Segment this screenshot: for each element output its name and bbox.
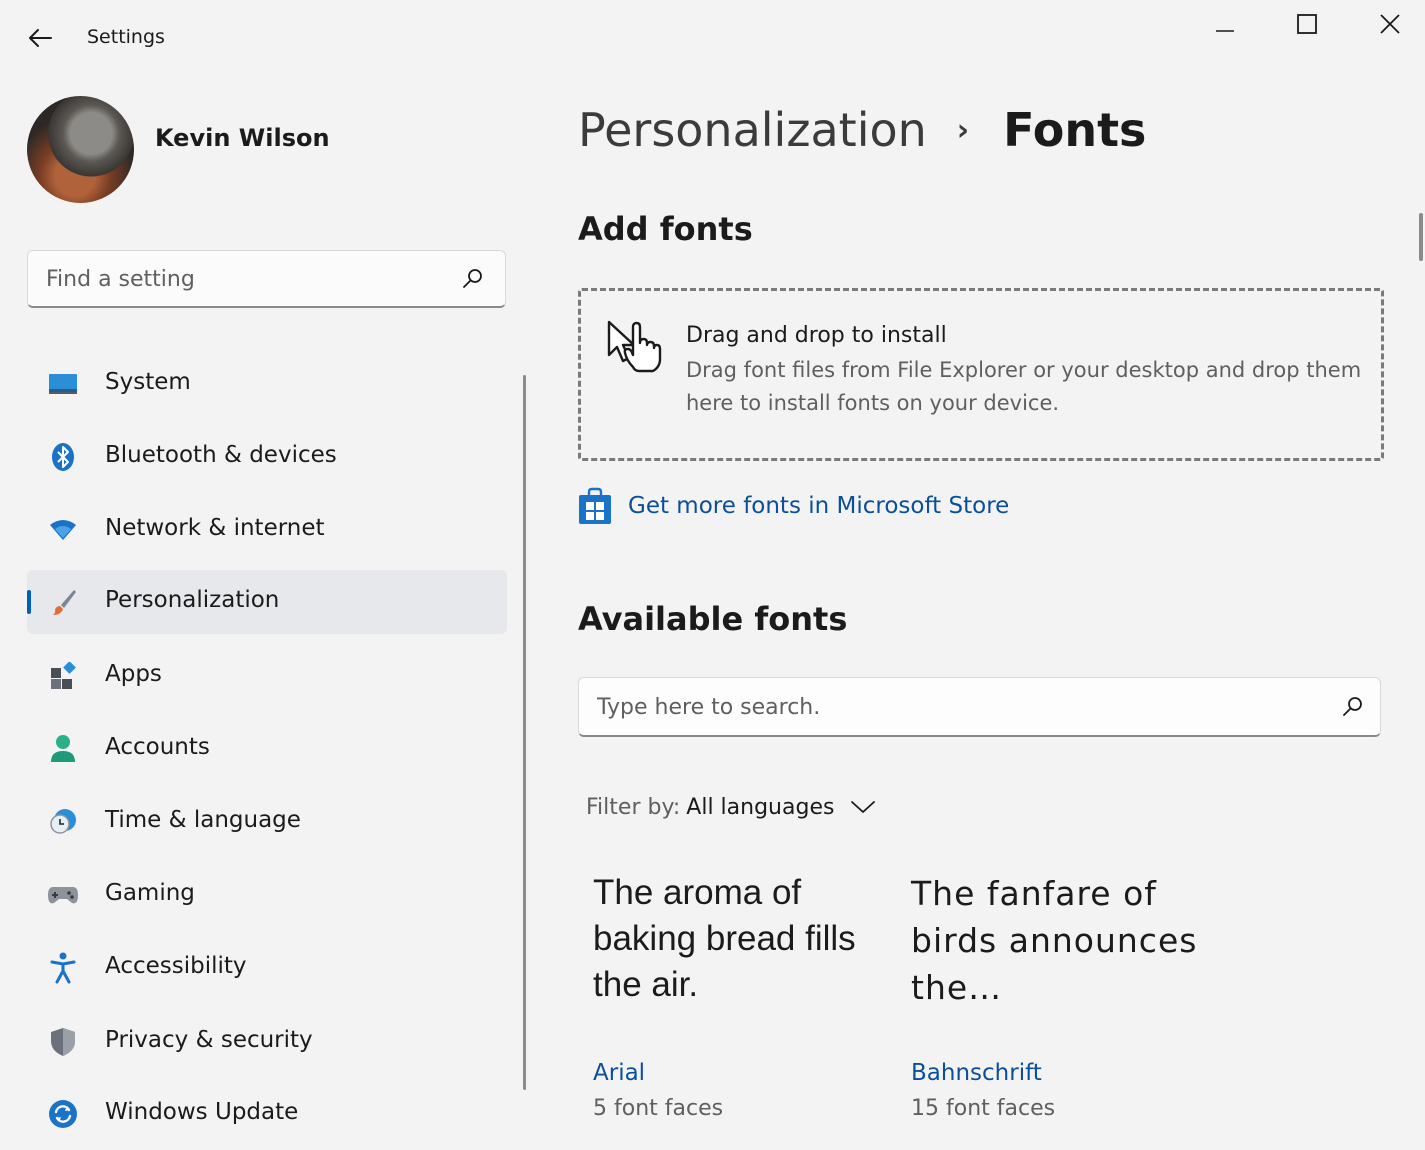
person-icon: [47, 733, 79, 765]
available-fonts-heading: Available fonts: [578, 600, 848, 638]
minimize-icon: [1216, 30, 1234, 32]
sidebar-scrollbar[interactable]: [523, 375, 526, 1090]
filter-label: Filter by:: [586, 794, 681, 820]
settings-window: Settings Kevin Wilson System: [0, 0, 1425, 1150]
user-name: Kevin Wilson: [155, 124, 330, 152]
sidebar-item-time-language[interactable]: Time & language: [27, 790, 507, 854]
font-name[interactable]: Bahnschrift: [911, 1060, 1042, 1086]
sidebar-item-personalization[interactable]: Personalization: [27, 570, 507, 634]
sidebar-item-label: Network & internet: [105, 515, 325, 541]
drop-zone-description: Drag font files from File Explorer or yo…: [686, 358, 1362, 415]
sidebar-item-bluetooth[interactable]: Bluetooth & devices: [27, 425, 507, 489]
font-preview: The aroma of baking bread fills the air.: [593, 873, 856, 1004]
bluetooth-icon: [47, 441, 79, 473]
apps-icon: [47, 660, 79, 692]
sidebar-item-label: System: [105, 369, 191, 395]
shield-icon: [47, 1026, 79, 1058]
search-icon[interactable]: [461, 267, 485, 291]
breadcrumb-parent[interactable]: Personalization: [578, 103, 927, 157]
filter-value[interactable]: All languages: [686, 795, 834, 820]
sidebar-item-label: Accounts: [105, 734, 210, 760]
close-button[interactable]: [1360, 4, 1420, 44]
font-preview: The fanfare of birds announces the…: [911, 874, 1198, 1007]
sidebar-item-label: Windows Update: [105, 1099, 299, 1125]
paintbrush-icon: [47, 586, 79, 618]
font-search-input[interactable]: [597, 691, 1297, 723]
search-icon[interactable]: [1341, 695, 1365, 719]
sidebar-item-windows-update[interactable]: Windows Update: [27, 1082, 507, 1146]
wifi-icon: [47, 514, 79, 546]
language-filter[interactable]: Filter by: All languages: [586, 790, 876, 824]
system-icon: [47, 368, 79, 400]
sidebar-item-label: Time & language: [105, 807, 301, 833]
avatar[interactable]: [27, 96, 134, 203]
sidebar-item-label: Gaming: [105, 880, 195, 906]
breadcrumb: Personalization › Fonts: [578, 100, 1146, 160]
accessibility-icon: [47, 952, 79, 984]
font-face-count: 15 font faces: [911, 1096, 1056, 1121]
app-title: Settings: [87, 26, 165, 48]
maximize-icon: [1297, 14, 1317, 34]
chevron-down-icon[interactable]: [850, 799, 876, 815]
settings-search-input[interactable]: [46, 263, 446, 295]
close-icon: [1380, 14, 1400, 34]
active-indicator: [27, 590, 31, 614]
sidebar-item-network[interactable]: Network & internet: [27, 498, 507, 562]
settings-search-box[interactable]: [27, 250, 506, 308]
sidebar-item-accounts[interactable]: Accounts: [27, 717, 507, 781]
sidebar-item-label: Bluetooth & devices: [105, 442, 337, 468]
main-scrollbar[interactable]: [1419, 213, 1423, 261]
sidebar-item-label: Privacy & security: [105, 1027, 313, 1053]
microsoft-store-link[interactable]: Get more fonts in Microsoft Store: [578, 486, 1009, 526]
drop-zone-title: Drag and drop to install: [686, 323, 947, 348]
sidebar-item-system[interactable]: System: [27, 352, 507, 416]
minimize-button[interactable]: [1195, 4, 1255, 44]
microsoft-store-link-label[interactable]: Get more fonts in Microsoft Store: [628, 493, 1009, 519]
chevron-right-icon: ›: [956, 112, 970, 148]
microsoft-store-icon: [579, 487, 611, 524]
font-card-arial[interactable]: The aroma of baking bread fills the air.…: [593, 862, 893, 1132]
update-icon: [47, 1098, 79, 1130]
back-button[interactable]: [22, 20, 58, 56]
title-bar: Settings: [0, 0, 1425, 72]
sidebar-item-label: Accessibility: [105, 953, 247, 979]
arrow-left-icon: [29, 29, 52, 47]
sidebar-item-apps[interactable]: Apps: [27, 644, 507, 708]
sidebar-item-accessibility[interactable]: Accessibility: [27, 936, 507, 1000]
add-fonts-heading: Add fonts: [578, 210, 753, 248]
page-title: Fonts: [1003, 103, 1147, 157]
clock-globe-icon: [47, 806, 79, 838]
gamepad-icon: [47, 879, 79, 911]
sidebar-item-label: Personalization: [105, 587, 280, 613]
sidebar-item-privacy-security[interactable]: Privacy & security: [27, 1010, 507, 1074]
hand-pointer-icon: [607, 320, 662, 373]
sidebar-item-label: Apps: [105, 661, 162, 687]
maximize-button[interactable]: [1277, 4, 1337, 44]
font-drop-zone[interactable]: Drag and drop to install Drag font files…: [578, 288, 1384, 461]
sidebar-item-gaming[interactable]: Gaming: [27, 863, 507, 927]
font-face-count: 5 font faces: [593, 1096, 724, 1121]
font-name[interactable]: Arial: [593, 1060, 645, 1086]
font-card-bahnschrift[interactable]: The fanfare of birds announces the… Bahn…: [911, 862, 1211, 1132]
font-search-box[interactable]: [578, 677, 1381, 737]
